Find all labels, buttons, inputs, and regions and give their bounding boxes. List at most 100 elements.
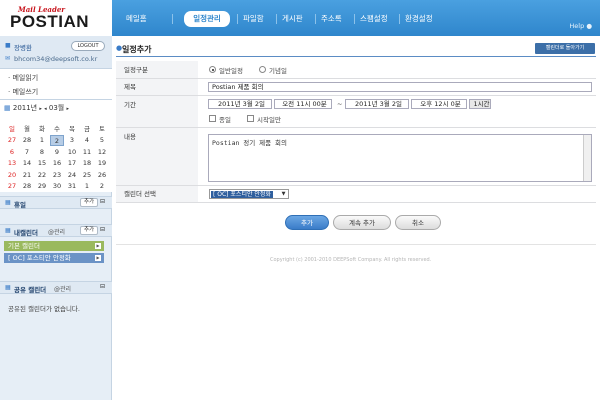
calendar-day[interactable]: 2	[50, 135, 64, 146]
weekday-header: 토	[99, 125, 105, 133]
help-link[interactable]: Help ●	[569, 22, 592, 30]
calendar-day[interactable]: 31	[65, 181, 79, 192]
calendar-day[interactable]: 14	[20, 158, 34, 169]
nav-addressbook[interactable]: 주소록	[321, 12, 342, 26]
calendar-day[interactable]: 25	[80, 170, 94, 181]
calendar-day[interactable]: 9	[50, 147, 64, 158]
help-label: Help	[569, 22, 585, 30]
year-arrow-icon[interactable]: ▸	[39, 106, 42, 112]
calendar-day[interactable]: 13	[5, 158, 19, 169]
calendar-day[interactable]: 27	[5, 181, 19, 192]
add-more-button[interactable]: 계속 추가	[333, 215, 391, 230]
calendar-select[interactable]: [ OC] 포스티안 안정화 ▼	[209, 189, 289, 199]
calendar-day[interactable]: 24	[65, 170, 79, 181]
calendar-day[interactable]: 10	[65, 147, 79, 158]
nav-board[interactable]: 게시판	[282, 12, 303, 26]
calendar-day[interactable]: 21	[20, 170, 34, 181]
calendar-day[interactable]: 8	[35, 147, 49, 158]
shared-calendar-manage-link[interactable]: @관리	[54, 284, 71, 293]
calendar-day[interactable]: 16	[50, 158, 64, 169]
duration-select[interactable]: 1시간	[469, 99, 491, 109]
calendar-day[interactable]: 1	[80, 181, 94, 192]
cancel-button[interactable]: 취소	[395, 215, 441, 230]
calendar-day[interactable]: 11	[80, 147, 94, 158]
calendar-day[interactable]: 1	[35, 135, 49, 146]
contents-label: 내용	[116, 128, 198, 186]
calendar-day[interactable]: 27	[5, 135, 19, 146]
calendar-day[interactable]: 30	[50, 181, 64, 192]
calendar-day[interactable]: 17	[65, 158, 79, 169]
collapse-icon[interactable]: ⊟	[100, 283, 105, 290]
end-date-input[interactable]: 2011년 3월 2일	[345, 99, 409, 109]
calendar-day[interactable]: 2	[95, 181, 109, 192]
holiday-icon: ▦	[5, 199, 11, 206]
holiday-add-button[interactable]: 추가	[80, 198, 99, 207]
calendar-day[interactable]: 4	[80, 135, 94, 146]
nav-calendar[interactable]: 일정관리	[184, 11, 230, 27]
type-normal-radio[interactable]	[209, 66, 216, 73]
calendar-day[interactable]: 19	[95, 158, 109, 169]
logout-button[interactable]: LOGOUT	[71, 41, 105, 51]
logout-label: LOGOUT	[77, 43, 99, 49]
mini-calendar-header: ▦ 2011년 ▸ ◂ 03월 ▸	[4, 103, 69, 113]
contents-textarea[interactable]: Postian 정기 제품 회의	[208, 134, 592, 182]
calendar-item-basic[interactable]: 기본 캘린더 ▶	[4, 241, 104, 251]
start-only-checkbox[interactable]	[247, 115, 254, 122]
calendar-day[interactable]: 29	[35, 181, 49, 192]
allday-label: 종일	[219, 116, 231, 124]
my-calendar-manage-link[interactable]: @관리	[48, 227, 65, 236]
menu-write-mail[interactable]: · 메일쓰기	[8, 87, 38, 97]
calendar-day[interactable]: 6	[5, 147, 19, 158]
start-only-label: 시작일만	[257, 116, 281, 124]
end-time-input[interactable]: 오후 12시 0분	[411, 99, 467, 109]
calendar-day[interactable]: 15	[35, 158, 49, 169]
start-time-input[interactable]: 오전 11시 00분	[274, 99, 332, 109]
user-name: 장병환	[14, 44, 32, 52]
mail-icon: ✉	[5, 55, 11, 62]
chevron-down-icon[interactable]: ▼	[280, 191, 287, 198]
type-row	[198, 61, 596, 79]
nav-preferences[interactable]: 환경설정	[405, 12, 433, 26]
calendar-day[interactable]: 18	[80, 158, 94, 169]
calendar-day[interactable]: 23	[50, 170, 64, 181]
calendar-item-postian[interactable]: [ OC] 포스티안 안정화 ▶	[4, 253, 104, 263]
calendar-day[interactable]: 28	[20, 181, 34, 192]
shared-calendar-title: 공유 캘린더	[14, 286, 47, 294]
arrow-right-icon[interactable]: ▶	[95, 243, 101, 249]
calendar-day[interactable]: 7	[20, 147, 34, 158]
my-calendar-icon: ▦	[5, 227, 11, 234]
collapse-icon[interactable]: ⊟	[100, 226, 105, 233]
start-date-input[interactable]: 2011년 3월 2일	[208, 99, 272, 109]
contents-scrollbar[interactable]	[583, 135, 591, 181]
calendar-day[interactable]: 5	[95, 135, 109, 146]
subject-label: 제목	[116, 79, 198, 96]
calendar-day[interactable]: 22	[35, 170, 49, 181]
allday-checkbox[interactable]	[209, 115, 216, 122]
nav-spam-settings[interactable]: 스팸설정	[360, 12, 388, 26]
arrow-right-icon[interactable]: ▶	[95, 255, 101, 261]
nav-mail-home[interactable]: 메일홈	[126, 12, 147, 26]
nav-separator	[354, 14, 355, 24]
nav-separator	[237, 14, 238, 24]
add-button[interactable]: 추가	[285, 215, 329, 230]
nav-files[interactable]: 파일함	[243, 12, 264, 26]
weekday-header: 월	[24, 125, 30, 133]
month-prev-icon[interactable]: ◂	[44, 106, 47, 112]
weekday-header: 화	[39, 125, 45, 133]
collapse-icon[interactable]: ⊟	[100, 198, 105, 205]
my-calendar-add-button[interactable]: 추가	[80, 226, 99, 235]
calendar-day[interactable]: 20	[5, 170, 19, 181]
calendar-day[interactable]: 3	[65, 135, 79, 146]
calendar-day[interactable]: 12	[95, 147, 109, 158]
type-anniversary-radio[interactable]	[259, 66, 266, 73]
period-dash: ~	[337, 100, 343, 108]
back-to-calendar-button[interactable]: 캘린더로 돌아가기	[535, 43, 595, 54]
subject-input[interactable]: Postian 제품 회의	[208, 82, 592, 92]
logo[interactable]: POSTIAN	[10, 12, 89, 32]
page-title: 일정추가	[122, 45, 152, 54]
calendar-select-label: 캘린더 선택	[116, 186, 198, 203]
calendar-day[interactable]: 26	[95, 170, 109, 181]
calendar-day[interactable]: 28	[20, 135, 34, 146]
month-next-icon[interactable]: ▸	[66, 106, 69, 112]
menu-read-mail[interactable]: · 메일읽기	[8, 73, 38, 83]
